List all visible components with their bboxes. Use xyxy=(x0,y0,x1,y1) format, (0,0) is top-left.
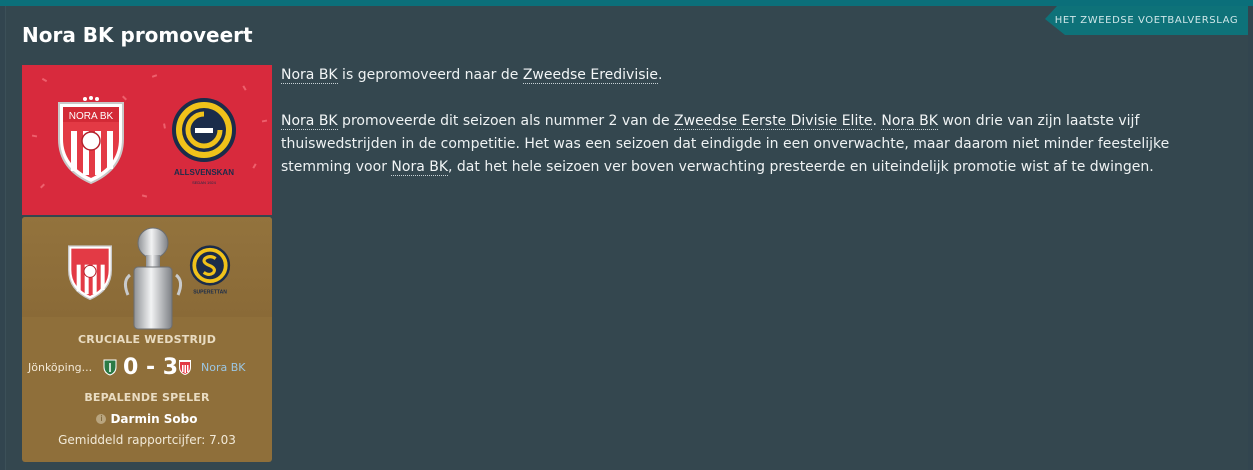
allsvenskan-logo-icon: ALLSVENSKAN SEDAN 1924 xyxy=(172,98,236,185)
division-link[interactable]: Zweedse Eerste Divisie Elite xyxy=(674,113,873,130)
jonkoping-crest-icon xyxy=(103,359,117,376)
article-text: promoveerde dit seizoen als nummer 2 van… xyxy=(337,113,675,129)
club-link[interactable]: Nora BK xyxy=(881,113,938,130)
source-tag: HET ZWEEDSE VOETBALVERSLAG xyxy=(1045,6,1248,35)
away-team-name[interactable]: Nora BK xyxy=(201,361,245,374)
club-link[interactable]: Nora BK xyxy=(391,159,449,176)
cup-logo-text: SUPERETTAN xyxy=(193,290,227,296)
trophy-icon xyxy=(123,227,183,330)
nora-bk-crest-icon: NORA BK xyxy=(58,96,124,185)
crucial-match-card[interactable]: SUPERETTAN CRUCIALE WEDSTRIJD Jönköping.… xyxy=(22,217,272,462)
key-player-name[interactable]: Darmin Sobo xyxy=(110,412,197,426)
home-team-name[interactable]: Jönköping... xyxy=(28,361,92,374)
nora-bk-crest-small-icon xyxy=(68,245,112,301)
article-text: . xyxy=(658,67,663,83)
article-text: , dat het hele seizoen ver boven verwach… xyxy=(448,159,1154,175)
league-link[interactable]: Zweedse Eredivisie xyxy=(522,67,659,84)
match-card-header: SUPERETTAN xyxy=(22,217,272,330)
league-logo-subtext: SEDAN 1924 xyxy=(192,180,217,185)
article-paragraph-2: Nora BK promoveerde dit seizoen als numm… xyxy=(281,110,1233,179)
key-player-row[interactable]: i Darmin Sobo xyxy=(22,408,272,427)
key-player-label: BEPALENDE SPELER xyxy=(84,391,210,404)
superettan-logo-icon: SUPERETTAN xyxy=(189,245,231,296)
average-rating: Gemiddeld rapportcijfer: 7.03 xyxy=(58,433,236,447)
match-score: 0 - 3 xyxy=(123,355,179,380)
nora-bk-crest-tiny-icon xyxy=(179,360,191,375)
news-title: Nora BK promoveert xyxy=(22,23,253,47)
score-row: Jönköping... 0 - 3 Nora BK xyxy=(22,355,272,381)
article-text: is gepromoveerd naar de xyxy=(337,67,523,83)
club-link[interactable]: Nora BK xyxy=(281,67,338,84)
article-body: Nora BK is gepromoveerd naar de Zweedse … xyxy=(281,64,1233,202)
info-icon: i xyxy=(96,413,107,424)
crest-text: NORA BK xyxy=(69,111,114,122)
article-paragraph-1: Nora BK is gepromoveerd naar de Zweedse … xyxy=(281,64,1233,87)
league-logo-text: ALLSVENSKAN xyxy=(174,168,234,177)
club-link[interactable]: Nora BK xyxy=(281,113,338,130)
crucial-match-label: CRUCIALE WEDSTRIJD xyxy=(77,333,217,346)
promotion-banner: NORA BK ALLSVENSKAN SEDAN 1924 xyxy=(22,65,272,215)
